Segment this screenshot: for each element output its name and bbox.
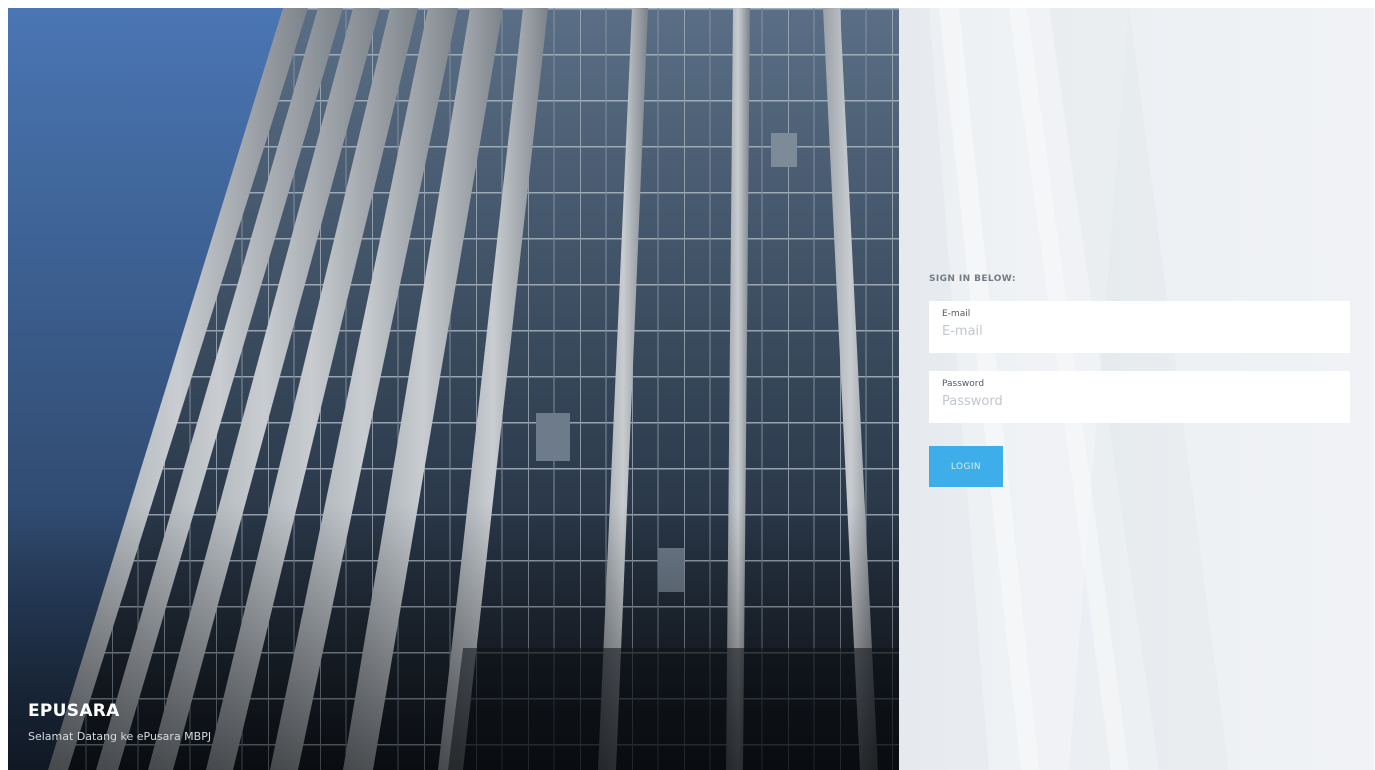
email-input[interactable] — [942, 324, 1337, 339]
building-facade-image — [8, 8, 899, 770]
email-field-container: E-mail — [929, 301, 1350, 353]
login-page: EPUSARA Selamat Datang ke ePusara MBPJ S… — [8, 8, 1374, 770]
brand-tagline: Selamat Datang ke ePusara MBPJ — [28, 730, 212, 743]
login-form: SIGN IN BELOW: E-mail Password LOGIN — [929, 274, 1350, 487]
password-input[interactable] — [942, 394, 1337, 409]
email-label: E-mail — [942, 309, 971, 319]
login-button[interactable]: LOGIN — [929, 446, 1003, 487]
hero-image: EPUSARA Selamat Datang ke ePusara MBPJ — [8, 8, 899, 770]
sign-in-heading: SIGN IN BELOW: — [929, 274, 1016, 284]
password-label: Password — [942, 379, 985, 389]
brand-name: EPUSARA — [28, 701, 120, 721]
login-panel: SIGN IN BELOW: E-mail Password LOGIN — [899, 8, 1374, 770]
brand-block: EPUSARA Selamat Datang ke ePusara MBPJ — [28, 701, 211, 743]
password-field-container: Password — [929, 371, 1350, 423]
